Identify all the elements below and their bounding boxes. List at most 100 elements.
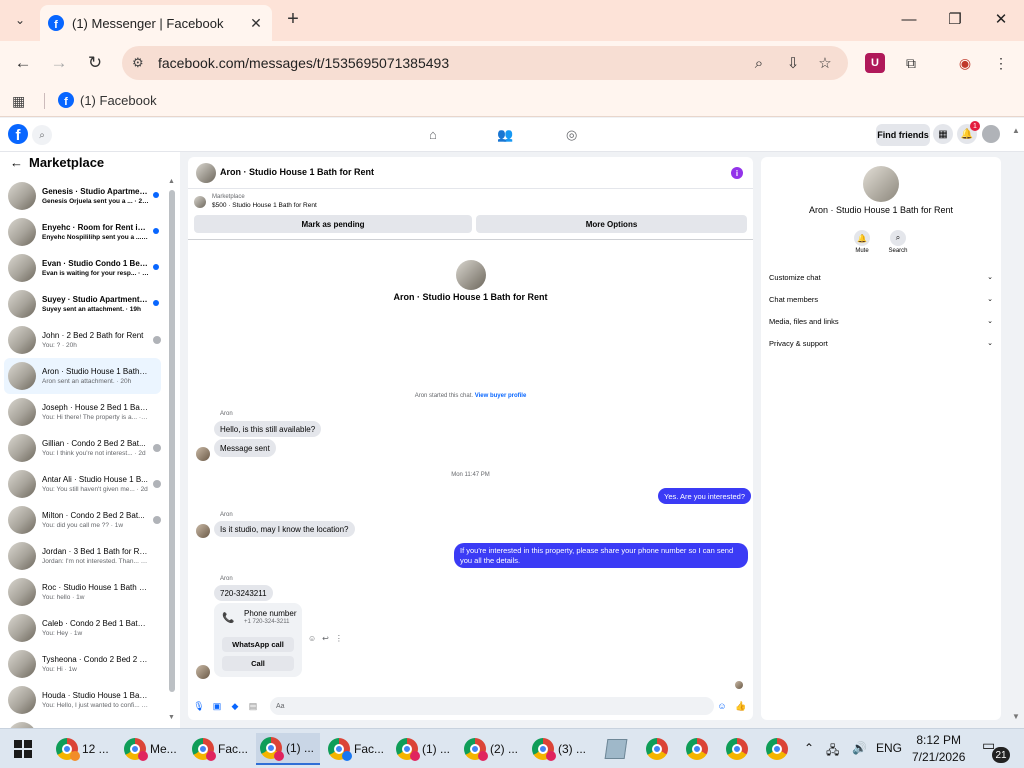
outgoing-message[interactable]: If you're interested in this property, p… xyxy=(454,543,748,568)
zoom-icon[interactable]: ⌕ xyxy=(750,54,768,72)
emoji-icon[interactable]: ☺ xyxy=(716,700,728,712)
conversation-item[interactable]: Aron · Studio House 1 Bath for... Aron se… xyxy=(4,358,161,394)
incoming-message[interactable]: Is it studio, may I know the location? xyxy=(214,521,355,537)
chat-avatar[interactable] xyxy=(196,163,216,183)
bookmark-facebook[interactable]: f (1) Facebook xyxy=(58,92,157,108)
taskbar-chrome-window[interactable]: (3) ... xyxy=(528,733,592,765)
conversation-item[interactable]: Houda · Studio House 1 Bath f... You: Hel… xyxy=(4,682,161,718)
incoming-message[interactable]: Hello, is this still available? xyxy=(214,421,322,437)
language-indicator[interactable]: ENG xyxy=(876,741,902,755)
conversation-item[interactable]: Roc · Studio House 1 Bath for ... You: he… xyxy=(4,574,161,610)
window-close-icon[interactable]: ✕ xyxy=(987,8,1015,30)
search-action[interactable]: ⌕ Search xyxy=(883,230,913,254)
profile-icon[interactable]: ◉ xyxy=(955,53,975,73)
conversation-item[interactable]: Gillian · Condo 2 Bed 2 Bat... You: I thi… xyxy=(4,430,161,466)
taskbar-chrome-window[interactable]: Fac... xyxy=(324,733,388,765)
conversation-item[interactable]: Suyey · Studio Apartment 1 ... Suyey sent… xyxy=(4,286,161,322)
conversation-list-scrollbar[interactable]: ▲ ▼ xyxy=(168,178,176,721)
back-button[interactable]: ← xyxy=(10,50,36,76)
install-app-icon[interactable]: ⇩ xyxy=(784,54,802,72)
back-arrow-icon[interactable]: ← xyxy=(10,155,23,170)
minimize-icon[interactable]: — xyxy=(895,8,923,30)
taskbar-chrome-pinned[interactable] xyxy=(682,733,712,765)
tab-search-chevron-icon[interactable]: ⌄ xyxy=(8,8,32,32)
view-buyer-profile-link[interactable]: View buyer profile xyxy=(475,393,527,399)
taskbar-chrome-window[interactable]: Fac... xyxy=(188,733,252,765)
search-icon[interactable]: ⌕ xyxy=(890,230,906,246)
conversation-item[interactable]: Tysheona · Condo 2 Bed 2 Bat... You: Hi ·… xyxy=(4,646,161,682)
windows-start-icon[interactable] xyxy=(14,740,32,758)
ublock-extension-icon[interactable]: U xyxy=(865,53,885,73)
groups-icon[interactable]: ◎ xyxy=(566,127,577,143)
taskbar-chrome-pinned[interactable] xyxy=(722,733,752,765)
conversation-item[interactable]: Jhay · Furnished Private Ro... xyxy=(4,718,161,728)
details-section-row[interactable]: Customize chat ⌄ xyxy=(769,270,993,284)
mark-as-pending-button[interactable]: Mark as pending xyxy=(194,215,472,233)
react-icon[interactable]: ☺ xyxy=(308,634,316,643)
address-bar[interactable]: ⚙ facebook.com/messages/t/15356950713854… xyxy=(122,46,848,80)
conversation-item[interactable]: Caleb · Condo 2 Bed 1 Bath fo... You: Hey… xyxy=(4,610,161,646)
taskbar-chrome-window[interactable]: (1) ... xyxy=(392,733,456,765)
notification-center-icon[interactable]: ▭ 21 xyxy=(982,737,1010,763)
conversation-item[interactable]: John · 2 Bed 2 Bath for Rent You: ? · 20h xyxy=(4,322,161,358)
conversation-item[interactable]: Evan · Studio Condo 1 Bed 1 ... Evan is w… xyxy=(4,250,161,286)
message-input[interactable]: Aa xyxy=(270,697,714,715)
gif-icon[interactable]: ▤ xyxy=(247,700,259,712)
volume-icon[interactable]: 🔊 xyxy=(852,741,867,755)
taskbar-chrome-pinned[interactable] xyxy=(762,733,792,765)
new-tab-button[interactable]: + xyxy=(282,8,304,30)
details-section-row[interactable]: Privacy & support ⌄ xyxy=(769,336,993,350)
site-info-icon[interactable]: ⚙ xyxy=(132,55,148,71)
facebook-logo-icon[interactable]: f xyxy=(8,124,28,144)
incoming-message[interactable]: Message sent xyxy=(214,439,276,457)
forward-button[interactable]: → xyxy=(46,50,72,76)
details-section-row[interactable]: Media, files and links ⌄ xyxy=(769,314,993,328)
incoming-message[interactable]: 720-3243211 xyxy=(214,585,273,601)
call-button[interactable]: Call xyxy=(222,656,294,671)
scroll-down-icon[interactable]: ▼ xyxy=(168,714,175,721)
taskbar-chrome-window[interactable]: 12 ... xyxy=(52,733,116,765)
image-attach-icon[interactable]: ▣ xyxy=(211,700,223,712)
bell-icon[interactable]: 🔔 xyxy=(854,230,870,246)
microphone-icon[interactable]: 🎙 xyxy=(193,700,205,712)
bookmark-star-icon[interactable]: ☆ xyxy=(816,54,834,72)
friends-icon[interactable]: 👥 xyxy=(497,127,513,143)
reply-icon[interactable]: ↩ xyxy=(322,634,329,643)
browser-tab-messenger[interactable]: f (1) Messenger | Facebook ✕ xyxy=(40,5,272,41)
menu-grid-icon[interactable]: ▦ xyxy=(933,124,953,144)
conversation-item[interactable]: Joseph · House 2 Bed 1 Bath f... You: Hi … xyxy=(4,394,161,430)
conversation-item[interactable]: Genesis · Studio Apartment ... Genesis Or… xyxy=(4,178,161,214)
taskbar-chrome-pinned[interactable] xyxy=(642,733,672,765)
find-friends-button[interactable]: Find friends xyxy=(876,124,930,146)
page-scroll-up-icon[interactable]: ▲ xyxy=(1012,126,1020,135)
reload-button[interactable]: ↻ xyxy=(82,50,108,76)
whatsapp-call-button[interactable]: WhatsApp call xyxy=(222,637,294,652)
tab-close-icon[interactable]: ✕ xyxy=(248,15,264,32)
mute-action[interactable]: 🔔 Mute xyxy=(847,230,877,254)
conversation-item[interactable]: Jordan · 3 Bed 1 Bath for Rent Jordan: I'… xyxy=(4,538,161,574)
sticker-icon[interactable]: ◆ xyxy=(229,700,241,712)
home-icon[interactable]: ⌂ xyxy=(429,127,437,142)
conversation-item[interactable]: Antar Ali · Studio House 1 B... You: You … xyxy=(4,466,161,502)
conversation-info-icon[interactable]: i xyxy=(731,167,743,179)
tray-chevron-icon[interactable]: ⌃ xyxy=(804,741,814,755)
more-options-button[interactable]: More Options xyxy=(476,215,747,233)
scroll-up-icon[interactable]: ▲ xyxy=(168,178,175,185)
details-section-row[interactable]: Chat members ⌄ xyxy=(769,292,993,306)
extensions-puzzle-icon[interactable]: ⧉ xyxy=(901,53,921,73)
more-icon[interactable]: ⋮ xyxy=(335,634,343,643)
browser-menu-icon[interactable]: ⋮ xyxy=(991,53,1011,73)
like-thumb-icon[interactable]: 👍 xyxy=(735,700,747,712)
taskbar-app-notes[interactable] xyxy=(602,733,632,765)
network-icon[interactable]: 🖧 xyxy=(826,741,839,762)
maximize-icon[interactable]: ❐ xyxy=(941,8,969,30)
scrollbar-thumb[interactable] xyxy=(169,190,175,692)
apps-grid-icon[interactable]: ▦ xyxy=(12,93,25,110)
taskbar-chrome-window[interactable]: (2) ... xyxy=(460,733,524,765)
outgoing-message[interactable]: Yes. Are you interested? xyxy=(658,488,752,504)
account-avatar[interactable] xyxy=(982,125,1000,143)
taskbar-chrome-window[interactable]: Me... xyxy=(120,733,184,765)
chat-header-name[interactable]: Aron · Studio House 1 Bath for Rent xyxy=(220,167,374,177)
conversation-item[interactable]: Milton · Condo 2 Bed 2 Bat... You: did yo… xyxy=(4,502,161,538)
search-icon[interactable]: ⌕ xyxy=(32,125,52,145)
